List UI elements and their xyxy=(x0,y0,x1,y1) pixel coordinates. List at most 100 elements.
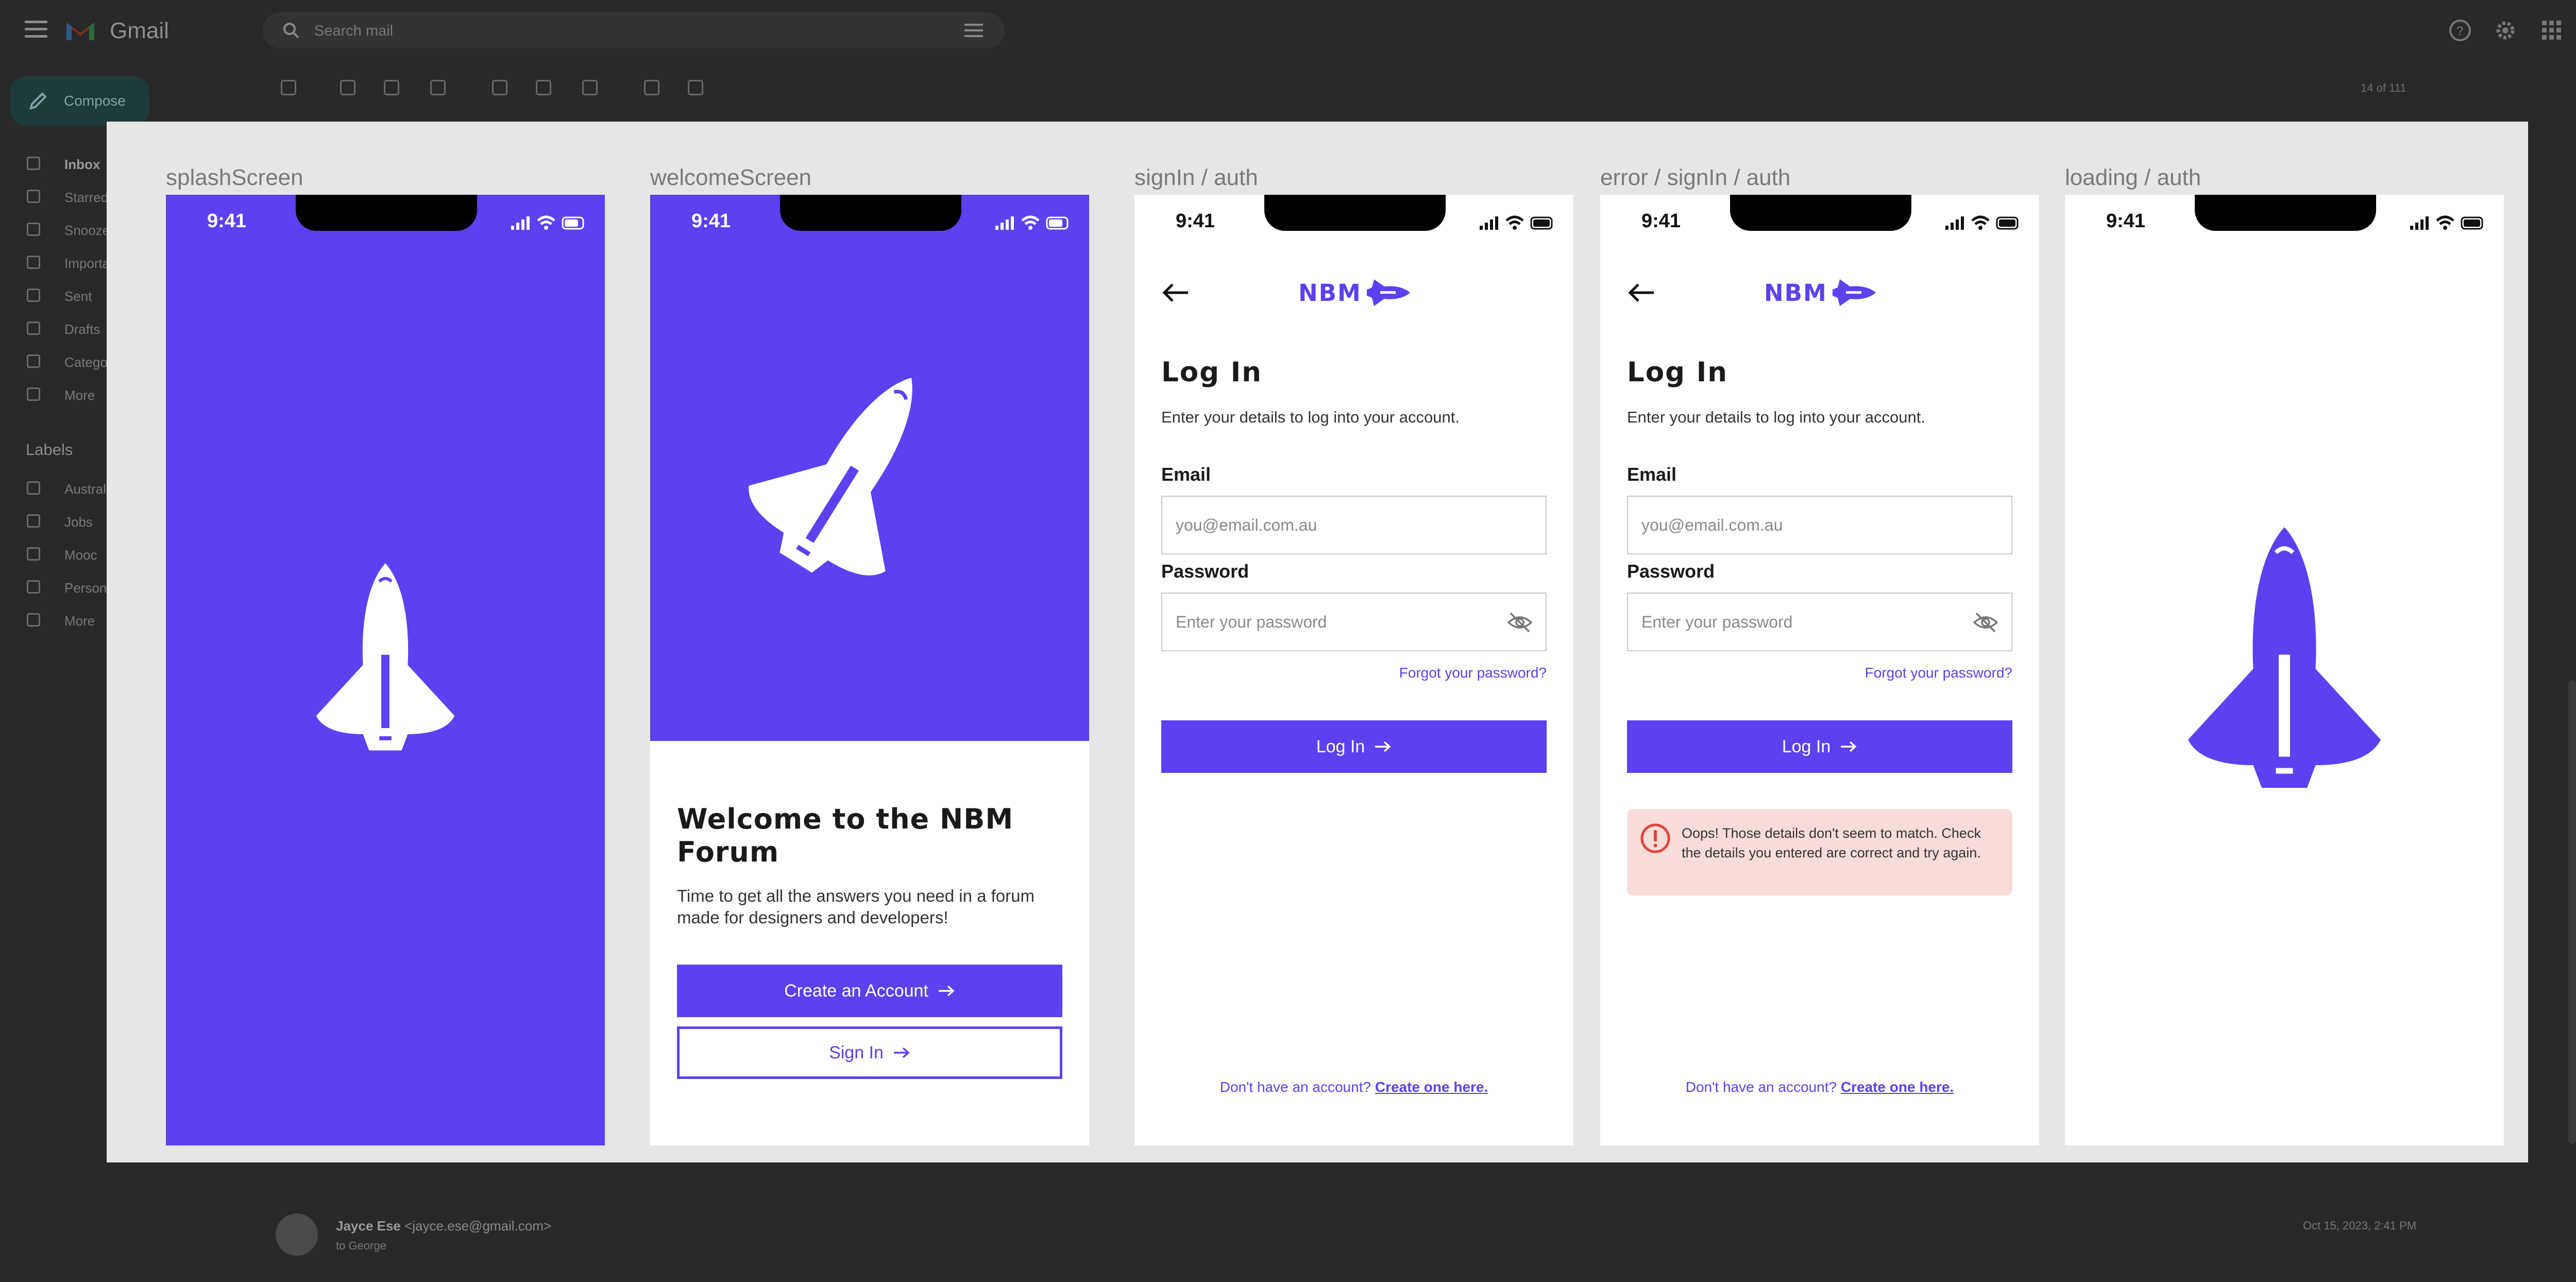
star-icon xyxy=(27,190,40,203)
main-menu-button[interactable] xyxy=(25,21,47,39)
search-input[interactable]: Search mail xyxy=(314,23,393,40)
login-button[interactable]: Log In xyxy=(1627,720,2012,773)
email-date: Oct 15, 2023, 2:41 PM xyxy=(2303,1219,2417,1232)
label-item[interactable]: Personal xyxy=(0,573,117,602)
password-input[interactable] xyxy=(1628,594,2011,650)
move-to-icon[interactable] xyxy=(644,80,659,95)
mark-unread-icon[interactable] xyxy=(492,80,507,95)
create-account-link[interactable]: Create one here. xyxy=(1841,1079,1954,1095)
svg-text:?: ? xyxy=(2456,24,2463,38)
back-arrow-icon[interactable] xyxy=(1161,281,1190,304)
eye-off-icon[interactable] xyxy=(1972,611,1999,634)
eye-off-icon[interactable] xyxy=(1506,611,1533,634)
login-button[interactable]: Log In xyxy=(1161,720,1547,773)
brand-logo: NBM xyxy=(1764,277,1876,308)
status-time: 9:41 xyxy=(1176,210,1215,232)
create-account-button[interactable]: Create an Account xyxy=(677,965,1062,1017)
password-input[interactable] xyxy=(1162,594,1546,650)
apps-grid-icon[interactable] xyxy=(2540,19,2564,42)
welcome-description: Time to get all the answers you need in … xyxy=(677,886,1035,927)
gmail-wordmark: Gmail xyxy=(110,18,169,43)
brand-logo: NBM xyxy=(1298,277,1410,308)
snooze-icon[interactable] xyxy=(536,80,551,95)
sender-email: <jayce.ese@gmail.com> xyxy=(404,1218,552,1234)
login-title: Log In xyxy=(1627,357,1728,388)
report-spam-icon[interactable] xyxy=(384,80,399,95)
rocket-side-icon xyxy=(1832,279,1876,306)
sidebar-item-drafts[interactable]: Drafts xyxy=(0,314,108,343)
create-account-label: Create an Account xyxy=(784,981,928,1001)
brand-name: NBM xyxy=(1298,279,1362,307)
login-title: Log In xyxy=(1161,357,1263,388)
sidebar-item-sent[interactable]: Sent xyxy=(0,281,108,310)
welcome-title: Welcome to the NBM Forum xyxy=(677,803,1014,868)
error-message: Oops! Those details don't seem to match.… xyxy=(1682,825,1981,861)
arrow-right-icon xyxy=(1375,741,1391,752)
signup-prompt-text: Don't have an account? xyxy=(1685,1079,1837,1095)
archive-icon[interactable] xyxy=(340,80,355,95)
sidebar-item-starred[interactable]: Starred xyxy=(0,182,108,211)
inbox-icon xyxy=(27,157,40,170)
search-bar[interactable]: Search mail xyxy=(263,12,1005,48)
label-item-more[interactable]: More xyxy=(0,606,108,635)
label-item-text: Jobs xyxy=(64,514,93,530)
compose-button[interactable]: Compose xyxy=(10,76,149,126)
label-icon xyxy=(27,481,40,495)
forgot-password-link[interactable]: Forgot your password? xyxy=(1865,665,2012,681)
labels-heading: Labels xyxy=(26,441,73,459)
sidebar-item-categories[interactable]: Categories xyxy=(0,347,129,376)
alert-circle-icon xyxy=(1640,823,1670,853)
sidebar-item-inbox[interactable]: Inbox xyxy=(0,149,108,178)
rocket-logo-icon xyxy=(316,563,455,751)
sidebar-item-snoozed[interactable]: Snoozed xyxy=(0,215,117,244)
chevron-down-icon xyxy=(27,387,40,401)
sign-in-button[interactable]: Sign In xyxy=(677,1026,1062,1079)
rocket-side-icon xyxy=(1366,279,1410,306)
label-icon xyxy=(27,514,40,528)
login-description: Enter your details to log into your acco… xyxy=(1627,408,1925,426)
error-alert: Oops! Those details don't seem to match.… xyxy=(1627,809,2012,896)
phone-notch xyxy=(780,195,961,231)
status-time: 9:41 xyxy=(691,210,731,232)
sidebar-item-important[interactable]: Important xyxy=(0,248,121,277)
recipient-line[interactable]: to George xyxy=(336,1239,386,1253)
create-account-link[interactable]: Create one here. xyxy=(1375,1079,1488,1095)
status-time: 9:41 xyxy=(2106,210,2146,232)
chevron-down-icon xyxy=(27,613,40,627)
signin-screen: 9:41 NBM Log In Enter your details to lo… xyxy=(1134,195,1573,1145)
labels-icon[interactable] xyxy=(688,80,703,95)
delete-icon[interactable] xyxy=(430,80,446,95)
back-arrow-icon[interactable] xyxy=(1627,281,1656,304)
sign-in-label: Sign In xyxy=(829,1042,884,1062)
sender-avatar xyxy=(276,1213,318,1256)
password-field[interactable] xyxy=(1161,593,1547,651)
add-task-icon[interactable] xyxy=(582,80,598,95)
arrow-right-icon xyxy=(938,985,955,997)
search-options-icon[interactable] xyxy=(963,22,984,39)
label-icon xyxy=(27,547,40,561)
label-item[interactable]: Mooc xyxy=(0,540,108,569)
arrow-right-icon xyxy=(1841,741,1857,752)
pencil-icon xyxy=(29,92,47,110)
sidebar-item-more[interactable]: More xyxy=(0,380,108,409)
email-field[interactable] xyxy=(1627,496,2012,554)
loading-screen: 9:41 xyxy=(2065,195,2504,1145)
rocket-loading-icon xyxy=(2188,527,2381,788)
email-field[interactable] xyxy=(1161,496,1547,554)
settings-gear-icon[interactable] xyxy=(2494,19,2517,42)
label-item-text: More xyxy=(64,613,95,629)
sidebar-item-label: Inbox xyxy=(64,157,100,172)
forgot-password-link[interactable]: Forgot your password? xyxy=(1399,665,1547,681)
help-icon[interactable]: ? xyxy=(2448,19,2472,42)
label-item[interactable]: Jobs xyxy=(0,507,108,536)
label-item[interactable]: Australia xyxy=(0,474,116,503)
password-field[interactable] xyxy=(1627,593,2012,651)
frame-title-error: error / signIn / auth xyxy=(1600,165,1791,190)
email-input[interactable] xyxy=(1162,497,1546,553)
frame-title-welcome: welcomeScreen xyxy=(650,165,812,190)
scrollbar[interactable] xyxy=(2568,680,2576,1144)
email-label: Email xyxy=(1627,464,1677,485)
signup-prompt: Don't have an account? Create one here. xyxy=(1600,1079,2039,1095)
back-icon[interactable] xyxy=(281,80,296,95)
email-input[interactable] xyxy=(1628,497,2011,553)
